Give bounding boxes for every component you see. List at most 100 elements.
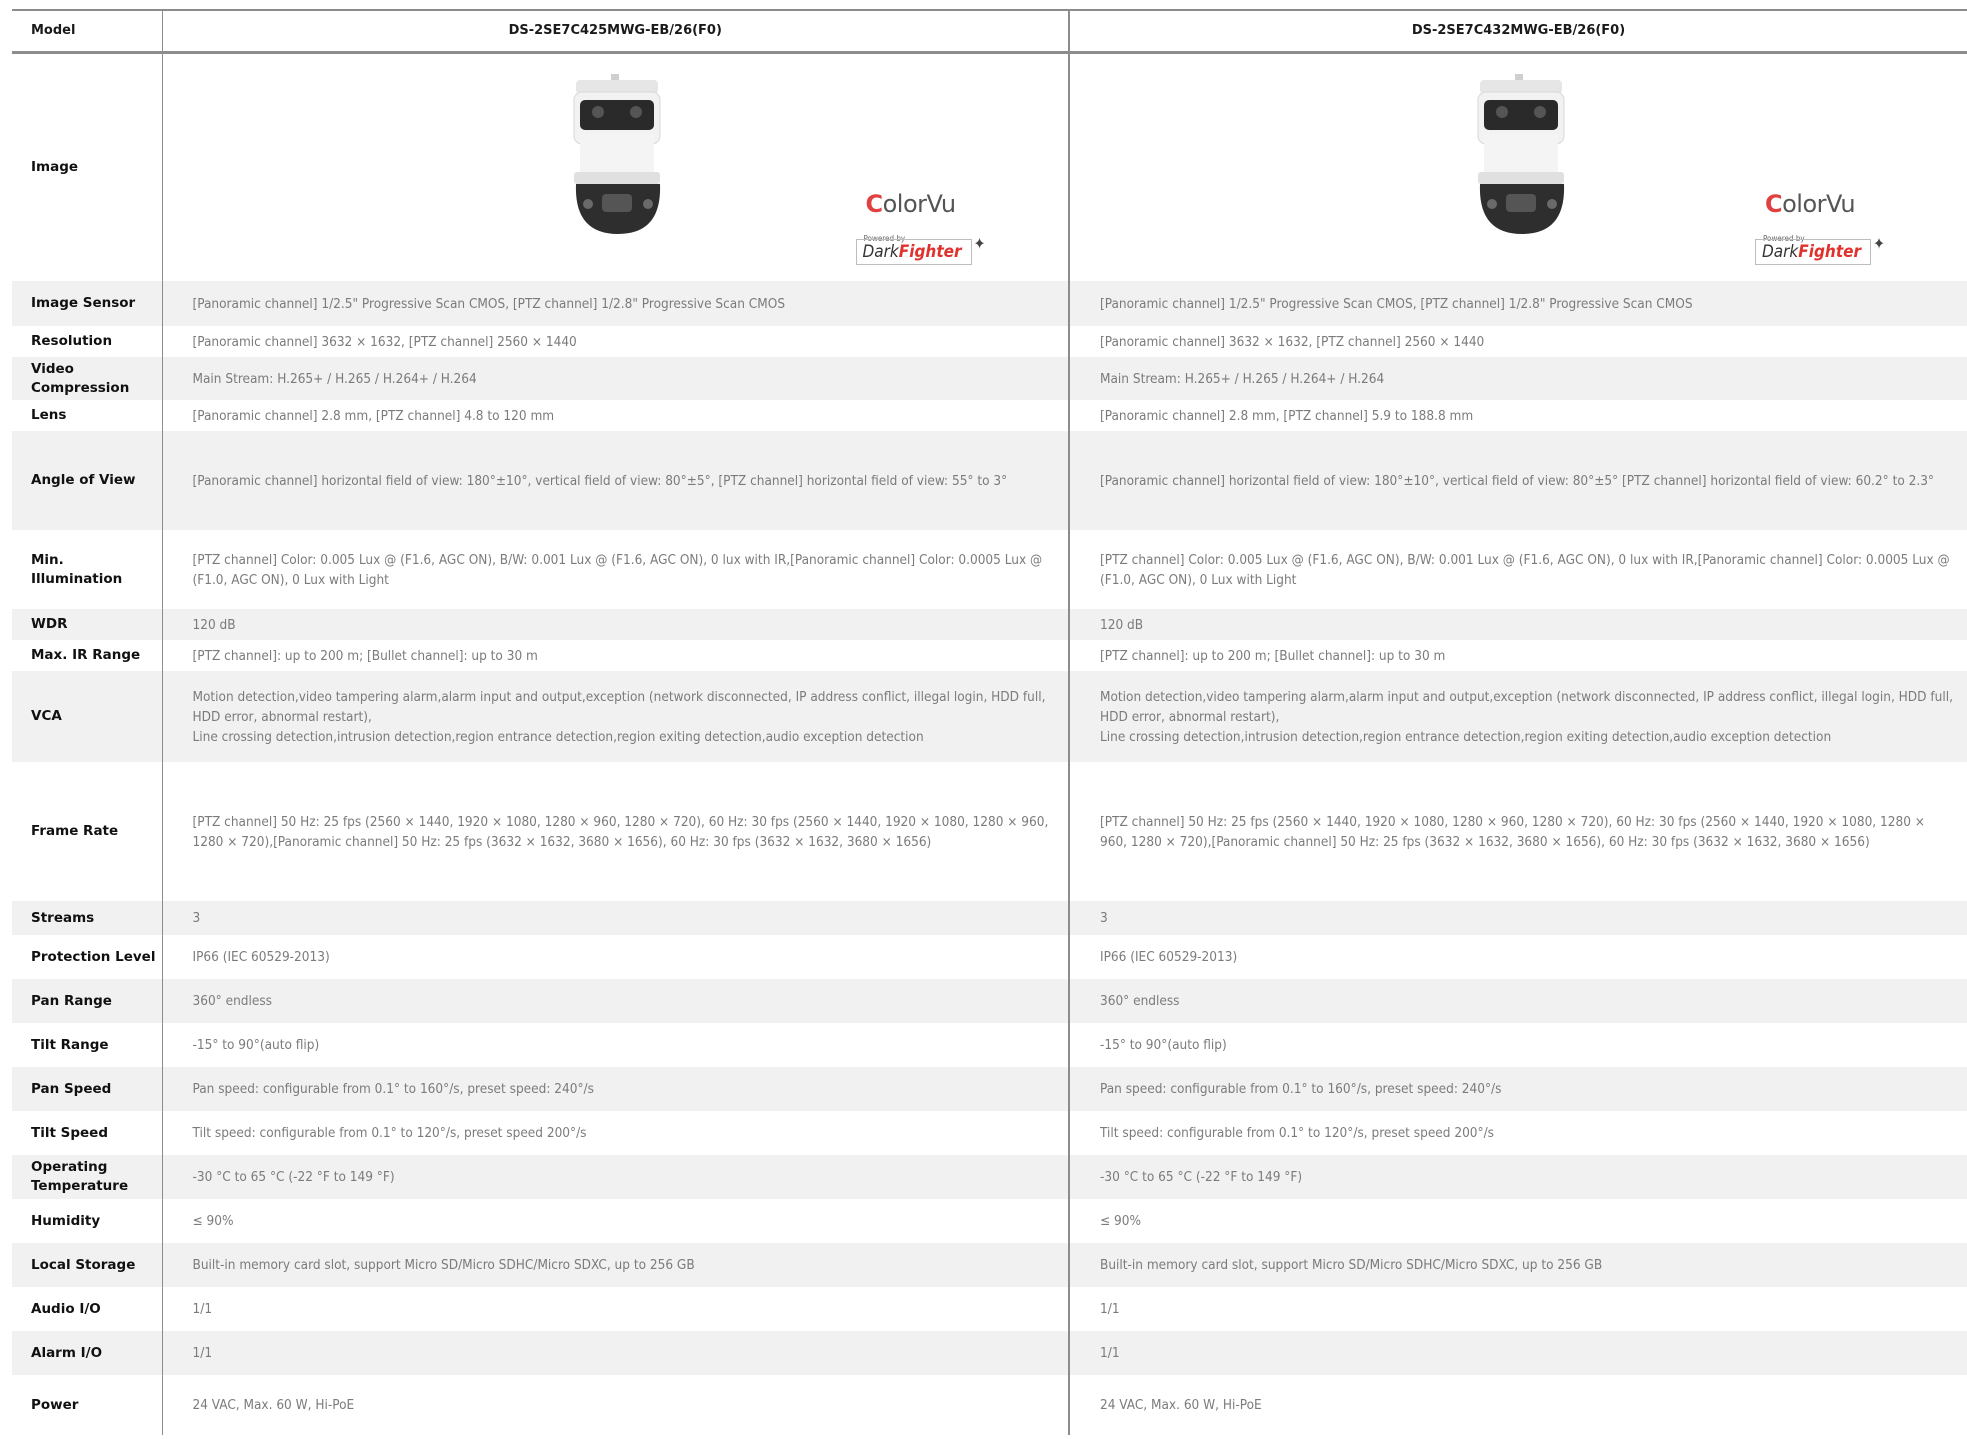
value-model-2: Main Stream: H.265+ / H.265 / H.264+ / H… — [1068, 357, 1967, 400]
value-model-1: 360° endless — [161, 979, 1069, 1023]
spec-row: Pan Speed Pan speed: configurable from 0.… — [12, 1067, 1967, 1111]
value-model-2: [Panoramic channel] horizontal field of … — [1068, 431, 1967, 530]
colorvu-logo: ColorVu — [1765, 189, 1856, 218]
row-label: Image Sensor — [12, 281, 162, 326]
value-model-2: -15° to 90°(auto flip) — [1068, 1023, 1967, 1067]
value-model-1: 1/1 — [161, 1331, 1069, 1375]
row-label: Humidity — [31, 1212, 101, 1229]
value-model-2: [PTZ channel] 50 Hz: 25 fps (2560 × 1440… — [1068, 762, 1967, 901]
spec-row: Protection Level IP66 (IEC 60529-2013) IP6… — [12, 935, 1967, 979]
value-model-2: 24 VAC, Max. 60 W, Hi-PoE — [1068, 1375, 1967, 1435]
product-image-cell-1: ColorVu Powered by DarkFighter ✦ — [161, 52, 1069, 281]
model-name-1: DS-2SE7C425MWG-EB/26(F0) — [161, 9, 1069, 54]
value-model-2: [Panoramic channel] 1/2.5" Progressive S… — [1068, 281, 1967, 326]
row-label: Alarm I/O — [12, 1331, 162, 1375]
header-label: Model — [12, 9, 162, 54]
value-model-1: Main Stream: H.265+ / H.265 / H.264+ / H… — [161, 357, 1069, 400]
spec-row: Min. Illumination [PTZ channel] Color: 0.… — [12, 530, 1967, 609]
row-label: Min. Illumination — [31, 551, 123, 587]
value-model-1: Motion detection,video tampering alarm,a… — [161, 671, 1069, 762]
row-label: Frame Rate — [31, 823, 119, 839]
value-model-1: ≤ 90% — [161, 1199, 1069, 1243]
row-label: Pan Range — [12, 979, 162, 1023]
row-label: Protection Level — [31, 948, 156, 965]
colorvu-darkfighter-logo: ColorVu Powered by DarkFighter ✦ — [1755, 189, 1886, 274]
product-image-cell-2: ColorVu Powered by DarkFighter ✦ — [1068, 52, 1967, 281]
value-model-2: IP66 (IEC 60529-2013) — [1068, 935, 1967, 979]
darkfighter-logo: DarkFighter — [1755, 238, 1871, 265]
value-model-2: [PTZ channel] Color: 0.005 Lux @ (F1.6, … — [1068, 530, 1967, 609]
spec-row: Operating Temperature -30 °C to 65 °C (-2… — [12, 1155, 1967, 1199]
spec-row: Lens [Panoramic channel] 2.8 mm, [PTZ cha… — [12, 400, 1967, 431]
row-label: WDR — [12, 609, 162, 640]
value-model-2: [Panoramic channel] 3632 × 1632, [PTZ ch… — [1068, 326, 1967, 357]
spec-row: Resolution [Panoramic channel] 3632 × 163… — [12, 326, 1967, 357]
colorvu-darkfighter-logo: ColorVu Powered by DarkFighter ✦ — [855, 189, 986, 274]
row-label: Angle of View — [12, 431, 162, 530]
spec-row: Video Compression Main Stream: H.265+ / H… — [12, 357, 1967, 400]
spec-row: Tilt Range -15° to 90°(auto flip) -15° to … — [12, 1023, 1967, 1067]
header-row: Model DS-2SE7C425MWG-EB/26(F0) DS-2SE7C4… — [12, 9, 1967, 54]
spec-row: Frame Rate [PTZ channel] 50 Hz: 25 fps (2… — [12, 762, 1967, 901]
value-model-2: [PTZ channel]: up to 200 m; [Bullet chan… — [1068, 640, 1967, 671]
sparkle-icon: ✦ — [1873, 233, 1886, 253]
spec-row: Humidity ≤ 90% ≤ 90% — [12, 1199, 1967, 1243]
spec-row: Image Sensor [Panoramic channel] 1/2.5" P… — [12, 281, 1967, 326]
value-model-2: 1/1 — [1068, 1287, 1967, 1331]
value-model-1: [Panoramic channel] 3632 × 1632, [PTZ ch… — [161, 326, 1069, 357]
value-model-1: Pan speed: configurable from 0.1° to 160… — [161, 1067, 1069, 1111]
value-model-2: 1/1 — [1068, 1331, 1967, 1375]
darkfighter-logo: DarkFighter — [855, 238, 972, 265]
row-label: Image — [31, 158, 79, 175]
value-model-1: [PTZ channel] Color: 0.005 Lux @ (F1.6, … — [161, 530, 1069, 609]
value-model-1: Tilt speed: configurable from 0.1° to 12… — [161, 1111, 1069, 1155]
value-model-1: 1/1 — [161, 1287, 1069, 1331]
spec-row: Streams 3 3 — [12, 901, 1967, 935]
row-label: Local Storage — [12, 1243, 162, 1287]
spec-table: Model DS-2SE7C425MWG-EB/26(F0) DS-2SE7C4… — [12, 9, 1967, 1435]
row-label: Tilt Speed — [31, 1124, 108, 1141]
row-label: VCA — [12, 671, 162, 762]
row-label: Pan Speed — [12, 1067, 162, 1111]
row-label: Lens — [31, 407, 67, 423]
row-label: Video Compression — [12, 357, 162, 400]
value-model-1: -15° to 90°(auto flip) — [161, 1023, 1069, 1067]
row-label: Audio I/O — [31, 1300, 101, 1317]
model-name-2: DS-2SE7C432MWG-EB/26(F0) — [1068, 9, 1967, 54]
row-label: Resolution — [31, 333, 113, 349]
spec-row: VCA Motion detection,video tampering alar… — [12, 671, 1967, 762]
spec-row: Max. IR Range [PTZ channel]: up to 200 m;… — [12, 640, 1967, 671]
spec-row: WDR 120 dB 120 dB — [12, 609, 1967, 640]
value-model-2: [Panoramic channel] 2.8 mm, [PTZ channel… — [1068, 400, 1967, 431]
sparkle-icon: ✦ — [973, 233, 986, 253]
value-model-1: [PTZ channel] 50 Hz: 25 fps (2560 × 1440… — [161, 762, 1069, 901]
spec-row: Local Storage Built-in memory card slot, … — [12, 1243, 1967, 1287]
row-label: Streams — [12, 901, 162, 935]
value-model-2: -30 °C to 65 °C (-22 °F to 149 °F) — [1068, 1155, 1967, 1199]
spec-row: Audio I/O 1/1 1/1 — [12, 1287, 1967, 1331]
value-model-1: Built-in memory card slot, support Micro… — [161, 1243, 1069, 1287]
value-model-1: 120 dB — [161, 609, 1069, 640]
value-model-1: IP66 (IEC 60529-2013) — [161, 935, 1069, 979]
value-model-1: [PTZ channel]: up to 200 m; [Bullet chan… — [161, 640, 1069, 671]
value-model-2: Pan speed: configurable from 0.1° to 160… — [1068, 1067, 1967, 1111]
image-row: Image ColorVu Powered by DarkFighter ✦ C… — [12, 52, 1967, 281]
value-model-2: Built-in memory card slot, support Micro… — [1068, 1243, 1967, 1287]
value-model-1: 24 VAC, Max. 60 W, Hi-PoE — [161, 1375, 1069, 1435]
spec-row: Pan Range 360° endless 360° endless — [12, 979, 1967, 1023]
row-label: Power — [31, 1396, 79, 1413]
row-label: Max. IR Range — [31, 647, 141, 663]
spec-row: Angle of View [Panoramic channel] horizon… — [12, 431, 1967, 530]
value-model-1: -30 °C to 65 °C (-22 °F to 149 °F) — [161, 1155, 1069, 1199]
spec-row: Power 24 VAC, Max. 60 W, Hi-PoE 24 VAC, Ma… — [12, 1375, 1967, 1435]
value-model-2: Motion detection,video tampering alarm,a… — [1068, 671, 1967, 762]
value-model-2: ≤ 90% — [1068, 1199, 1967, 1243]
value-model-2: 120 dB — [1068, 609, 1967, 640]
camera-image — [1477, 73, 1565, 234]
value-model-2: 360° endless — [1068, 979, 1967, 1023]
value-model-2: Tilt speed: configurable from 0.1° to 12… — [1068, 1111, 1967, 1155]
value-model-1: [Panoramic channel] 1/2.5" Progressive S… — [161, 281, 1069, 326]
colorvu-logo: ColorVu — [865, 189, 957, 218]
camera-image — [573, 73, 660, 234]
row-label: Tilt Range — [31, 1036, 109, 1053]
